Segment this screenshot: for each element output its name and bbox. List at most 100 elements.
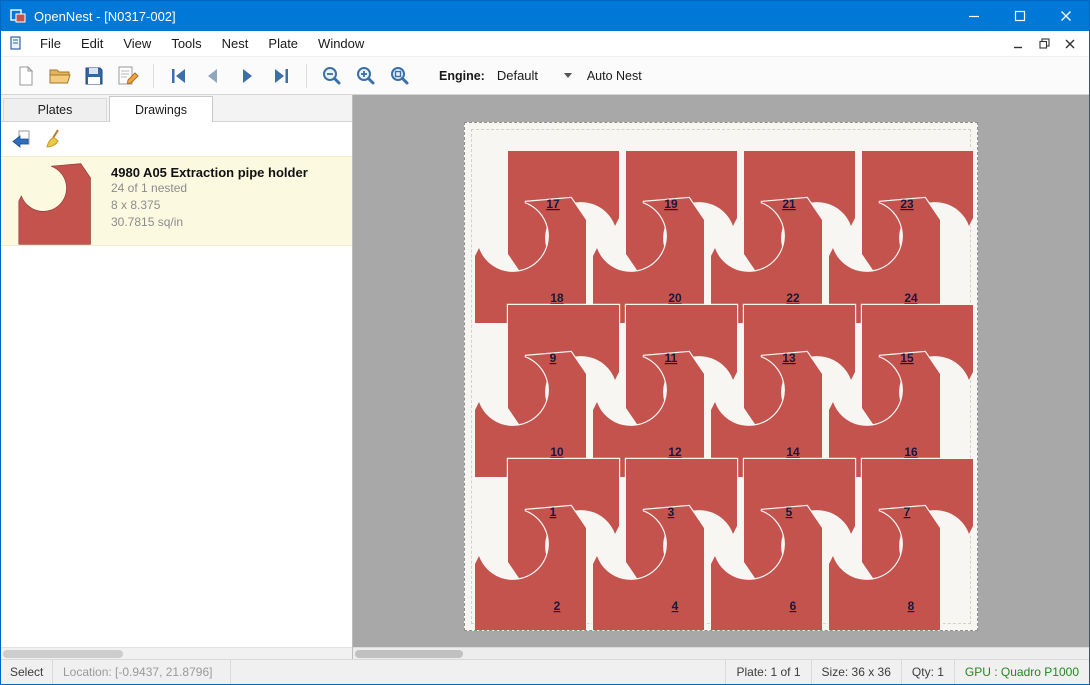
menu-nest[interactable]: Nest	[212, 31, 259, 56]
zoom-fit-button[interactable]	[383, 60, 417, 92]
nest-canvas-area[interactable]: 171819202122232491011121314151612345678	[353, 95, 1089, 659]
mdi-minimize-button[interactable]	[1005, 34, 1031, 54]
go-previous-icon	[203, 67, 223, 85]
drawings-toolbar	[1, 122, 352, 156]
engine-label: Engine:	[439, 69, 485, 83]
menu-edit[interactable]: Edit	[71, 31, 113, 56]
canvas-scrollbar[interactable]	[353, 647, 1089, 659]
drawing-nested-count: 24 of 1 nested	[111, 180, 308, 197]
part-number: 11	[665, 351, 678, 365]
save-button[interactable]	[77, 60, 111, 92]
part-number: 15	[900, 351, 914, 365]
part-number: 20	[668, 291, 682, 305]
maximize-button[interactable]	[997, 1, 1043, 31]
part-number: 7	[904, 505, 911, 519]
part-number: 9	[550, 351, 557, 365]
close-button[interactable]	[1043, 1, 1089, 31]
zoom-out-button[interactable]	[315, 60, 349, 92]
left-panel-scrollbar[interactable]	[1, 647, 352, 659]
menu-window[interactable]: Window	[308, 31, 374, 56]
drawing-list-item[interactable]: 4980 A05 Extraction pipe holder 24 of 1 …	[1, 156, 352, 246]
toolbar-separator	[153, 64, 154, 88]
part-number: 4	[672, 599, 679, 613]
drawing-dimensions: 8 x 8.375	[111, 197, 308, 214]
app-icon	[10, 8, 26, 24]
part-number: 24	[904, 291, 918, 305]
part-number: 6	[790, 599, 797, 613]
menu-tools[interactable]: Tools	[161, 31, 211, 56]
zoom-fit-icon	[388, 64, 412, 88]
zoom-in-button[interactable]	[349, 60, 383, 92]
auto-nest-button[interactable]: Auto Nest	[587, 69, 642, 83]
mdi-close-button[interactable]	[1057, 34, 1083, 54]
status-mode: Select	[1, 660, 53, 684]
status-qty: Qty: 1	[901, 660, 954, 684]
scrollbar-thumb[interactable]	[3, 650, 123, 658]
part-number: 3	[668, 505, 675, 519]
first-plate-button[interactable]	[162, 60, 196, 92]
new-file-icon	[15, 65, 37, 87]
last-plate-button[interactable]	[264, 60, 298, 92]
part-number: 12	[668, 445, 682, 459]
menu-file[interactable]: File	[30, 31, 71, 56]
status-size: Size: 36 x 36	[811, 660, 901, 684]
tab-drawings[interactable]: Drawings	[109, 96, 213, 122]
drawing-item-text: 4980 A05 Extraction pipe holder 24 of 1 …	[111, 161, 308, 231]
main-toolbar: Engine: Default Auto Nest	[1, 57, 1089, 95]
left-panel: Plates Drawings 4980 A05 Extraction pipe…	[1, 95, 353, 659]
broom-icon	[45, 129, 65, 149]
status-gpu: GPU : Quadro P1000	[954, 660, 1089, 684]
zoom-in-icon	[354, 64, 378, 88]
part-number: 19	[664, 197, 678, 211]
menu-plate[interactable]: Plate	[258, 31, 308, 56]
mdi-restore-button[interactable]	[1031, 34, 1057, 54]
part-number: 1	[550, 505, 557, 519]
part-number: 17	[546, 197, 560, 211]
drawing-title: 4980 A05 Extraction pipe holder	[111, 165, 308, 180]
title-bar: OpenNest - [N0317-002]	[1, 1, 1089, 31]
new-file-button[interactable]	[9, 60, 43, 92]
open-folder-icon	[48, 65, 72, 87]
tab-plates[interactable]: Plates	[3, 98, 107, 121]
menu-bar: File Edit View Tools Nest Plate Window	[1, 31, 1089, 57]
go-first-icon	[169, 67, 189, 85]
engine-select[interactable]: Default	[491, 65, 583, 86]
toolbar-separator	[306, 64, 307, 88]
save-icon	[83, 65, 105, 87]
part-thumbnail	[11, 163, 97, 245]
part-number: 18	[550, 291, 564, 305]
drawing-area: 30.7815 sq/in	[111, 214, 308, 231]
replace-part-icon	[11, 129, 31, 149]
replace-part-button[interactable]	[7, 126, 35, 152]
app-window: OpenNest - [N0317-002] File Edit View To…	[0, 0, 1090, 685]
part-number: 22	[786, 291, 800, 305]
status-plate: Plate: 1 of 1	[725, 660, 810, 684]
plate[interactable]: 171819202122232491011121314151612345678	[464, 122, 978, 631]
next-plate-button[interactable]	[230, 60, 264, 92]
part-number: 10	[550, 445, 564, 459]
edit-nest-icon	[116, 65, 140, 87]
nest-drawing[interactable]: 171819202122232491011121314151612345678	[465, 123, 977, 630]
menu-view[interactable]: View	[113, 31, 161, 56]
part-number: 8	[908, 599, 915, 613]
chevron-down-icon	[564, 73, 572, 78]
document-icon[interactable]	[9, 36, 24, 51]
previous-plate-button[interactable]	[196, 60, 230, 92]
zoom-out-icon	[320, 64, 344, 88]
scrollbar-thumb[interactable]	[355, 650, 463, 658]
part-number: 14	[786, 445, 800, 459]
open-file-button[interactable]	[43, 60, 77, 92]
go-next-icon	[237, 67, 257, 85]
status-bar: Select Location: [-0.9437, 21.8796] Plat…	[1, 659, 1089, 684]
window-title: OpenNest - [N0317-002]	[34, 9, 176, 24]
minimize-button[interactable]	[951, 1, 997, 31]
part-number: 16	[904, 445, 918, 459]
save-as-button[interactable]	[111, 60, 145, 92]
left-panel-tabs: Plates Drawings	[1, 95, 352, 122]
engine-selected-value: Default	[497, 68, 538, 83]
clear-nest-button[interactable]	[41, 126, 69, 152]
part-number: 23	[900, 197, 914, 211]
part-number: 21	[782, 197, 796, 211]
part-number: 2	[554, 599, 561, 613]
status-location: Location: [-0.9437, 21.8796]	[53, 660, 231, 684]
